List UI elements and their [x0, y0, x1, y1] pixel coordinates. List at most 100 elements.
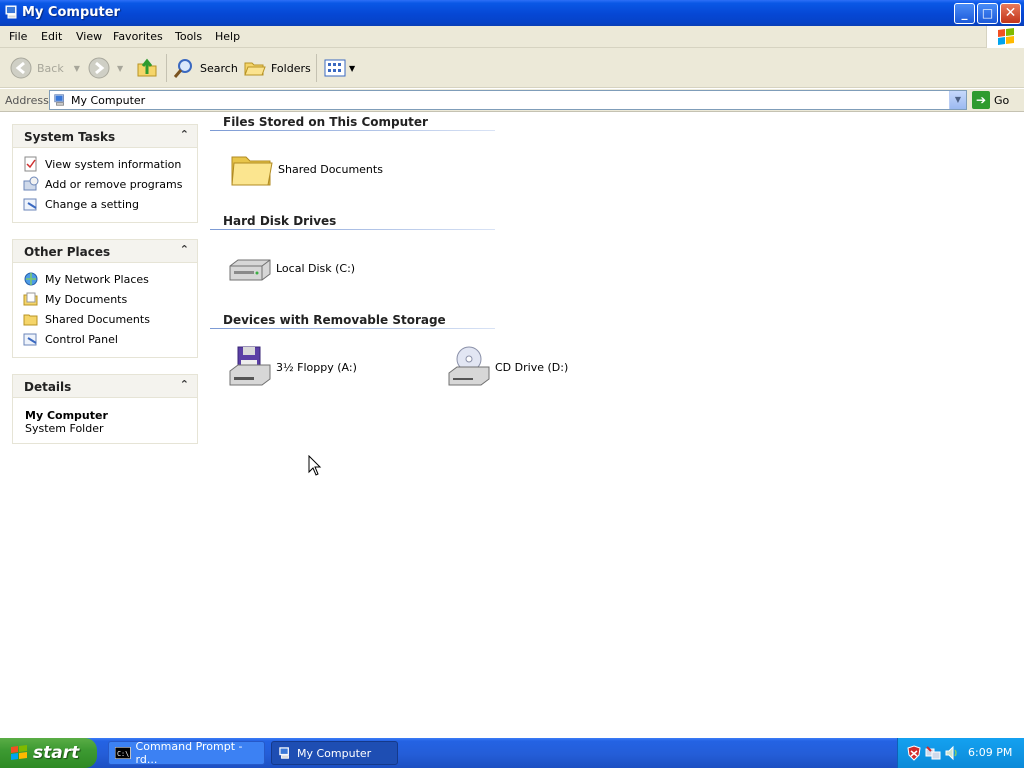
title-bar[interactable]: My Computer _ □ ✕ [0, 0, 1024, 26]
floppy-drive-icon [229, 346, 271, 386]
windows-flag-icon [11, 745, 27, 760]
system-tasks-header[interactable]: System Tasks ⌃ [13, 125, 197, 148]
folders-icon [244, 62, 266, 76]
back-button[interactable]: Back ▼ [9, 56, 80, 80]
place-label: My Documents [45, 292, 128, 306]
add-remove-programs-icon [23, 176, 39, 191]
go-arrow-icon: ➔ [972, 91, 990, 109]
security-shield-icon[interactable] [906, 745, 922, 761]
network-connection-icon[interactable] [925, 745, 941, 761]
group-divider [210, 229, 495, 230]
forward-button[interactable]: ▼ [87, 56, 123, 80]
place-my-documents[interactable]: My Documents [23, 289, 197, 309]
address-dropdown-icon[interactable]: ▼ [949, 91, 966, 109]
command-prompt-icon: C:\ [115, 747, 131, 759]
collapse-chevron-icon[interactable]: ⌃ [180, 243, 189, 256]
menu-tools[interactable]: Tools [175, 30, 202, 43]
collapse-chevron-icon[interactable]: ⌃ [180, 128, 189, 141]
group-removable-storage-title: Devices with Removable Storage [223, 313, 446, 327]
system-tray: 6:09 PM [897, 738, 1024, 768]
window-title: My Computer [22, 5, 120, 20]
views-button[interactable]: ▼ [323, 56, 355, 80]
menu-favorites[interactable]: Favorites [113, 30, 163, 43]
taskbar-button-label: My Computer [297, 746, 372, 760]
menu-help[interactable]: Help [215, 30, 240, 43]
place-shared-documents[interactable]: Shared Documents [23, 309, 197, 329]
task-view-system-information[interactable]: View system information [23, 154, 197, 174]
task-label: View system information [45, 157, 182, 171]
control-panel-icon [23, 333, 37, 346]
menu-edit[interactable]: Edit [41, 30, 62, 43]
task-change-setting[interactable]: Change a setting [23, 194, 197, 214]
taskbar-button-label: Command Prompt - rd... [135, 740, 243, 766]
other-places-panel: Other Places ⌃ My Network Places My Docu… [12, 239, 198, 358]
network-places-icon [24, 272, 38, 286]
task-label: Add or remove programs [45, 177, 183, 191]
folder-up-icon [137, 58, 157, 77]
toolbar-separator [166, 54, 167, 82]
address-value: My Computer [71, 94, 146, 107]
item-shared-documents[interactable]: Shared Documents [228, 145, 383, 193]
menu-file[interactable]: File [9, 30, 27, 43]
clock[interactable]: 6:09 PM [968, 746, 1012, 759]
search-button[interactable]: Search [172, 56, 238, 80]
item-floppy-a[interactable]: 3½ Floppy (A:) [226, 343, 357, 391]
control-panel-icon [23, 198, 37, 211]
forward-arrow-icon [88, 57, 110, 79]
system-info-icon [24, 156, 37, 172]
minimize-button[interactable]: _ [954, 3, 975, 24]
mouse-pointer-icon [308, 455, 322, 476]
address-input[interactable]: My Computer ▼ [49, 90, 967, 110]
start-label: start [33, 743, 80, 763]
item-label: Local Disk (C:) [276, 261, 356, 275]
my-documents-icon [23, 292, 38, 306]
close-button[interactable]: ✕ [1000, 3, 1021, 24]
group-files-stored-title: Files Stored on This Computer [223, 115, 428, 129]
start-button[interactable]: start [0, 738, 97, 768]
item-label: 3½ Floppy (A:) [276, 360, 357, 374]
toolbar: Back ▼ ▼ Search Folders ▼ [0, 48, 1024, 88]
place-label: Control Panel [45, 332, 118, 346]
svg-text:C:\: C:\ [117, 750, 129, 758]
group-divider [210, 328, 495, 329]
volume-icon[interactable] [944, 745, 960, 761]
my-computer-icon [54, 94, 64, 106]
task-label: Change a setting [45, 197, 139, 211]
place-control-panel[interactable]: Control Panel [23, 329, 197, 349]
task-add-remove-programs[interactable]: Add or remove programs [23, 174, 197, 194]
group-divider [210, 130, 495, 131]
other-places-header[interactable]: Other Places ⌃ [13, 240, 197, 263]
back-label: Back [37, 61, 64, 75]
menu-bar: File Edit View Favorites Tools Help [0, 26, 1024, 48]
system-tasks-title: System Tasks [24, 130, 116, 144]
my-computer-icon [5, 5, 17, 19]
item-local-disk-c[interactable]: Local Disk (C:) [226, 244, 355, 292]
forward-dropdown-icon: ▼ [117, 63, 124, 73]
taskbar-button-my-computer[interactable]: My Computer [271, 741, 398, 765]
item-label: CD Drive (D:) [495, 360, 569, 374]
place-label: My Network Places [45, 272, 149, 286]
folder-icon [23, 314, 38, 326]
details-item-type: System Folder [25, 422, 104, 435]
task-pane: System Tasks ⌃ View system information A… [0, 113, 208, 737]
address-label: Address [5, 94, 49, 107]
taskbar: start C:\ Command Prompt - rd... My Comp… [0, 738, 1024, 768]
item-cd-drive-d[interactable]: CD Drive (D:) [445, 343, 568, 391]
item-label: Shared Documents [278, 162, 383, 176]
menu-view[interactable]: View [76, 30, 102, 43]
go-label: Go [994, 93, 1010, 107]
details-item-name: My Computer [25, 409, 108, 422]
views-icon [324, 59, 346, 77]
views-dropdown-icon: ▼ [349, 63, 356, 73]
go-button[interactable]: ➔ Go [972, 91, 1009, 109]
details-header[interactable]: Details ⌃ [13, 375, 197, 398]
folders-button[interactable]: Folders [243, 56, 311, 80]
taskbar-button-command-prompt[interactable]: C:\ Command Prompt - rd... [108, 740, 265, 766]
address-bar: Address My Computer ▼ ➔ Go [0, 89, 1024, 112]
place-my-network-places[interactable]: My Network Places [23, 269, 197, 289]
collapse-chevron-icon[interactable]: ⌃ [180, 378, 189, 391]
maximize-button[interactable]: □ [977, 3, 998, 24]
up-button[interactable] [135, 56, 159, 80]
details-panel: Details ⌃ My Computer System Folder [12, 374, 198, 444]
hard-disk-icon [229, 259, 271, 281]
